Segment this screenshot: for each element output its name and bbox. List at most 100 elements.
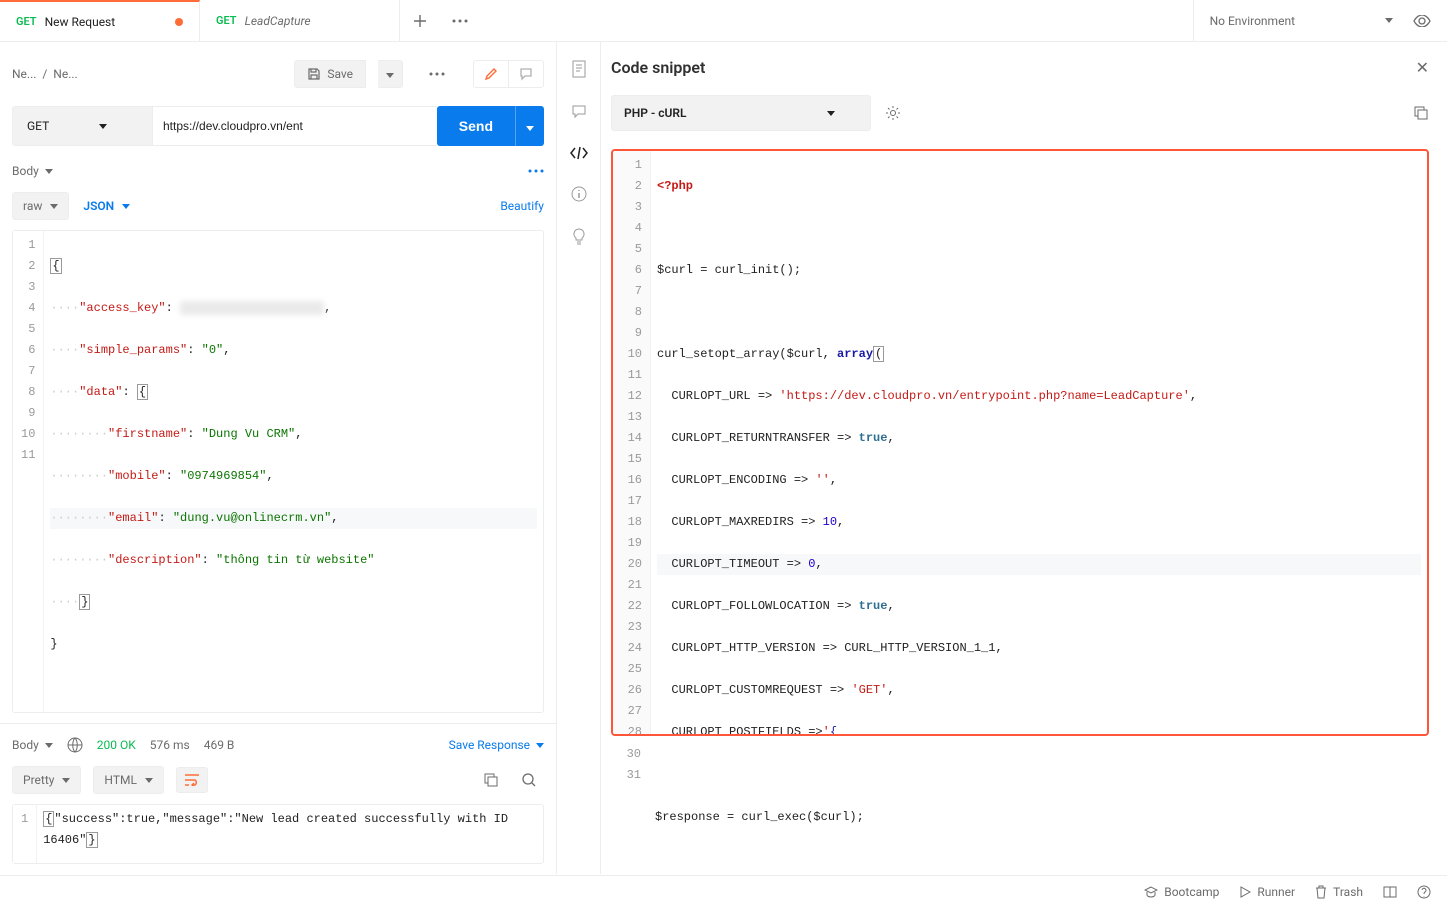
code-snippet-icon[interactable] [570,146,588,160]
play-icon [1239,886,1251,898]
snippet-settings-button[interactable] [885,105,901,121]
raw-label: raw [23,199,42,213]
close-snippet-button[interactable]: ✕ [1416,58,1429,77]
line-gutter: 3031 [611,740,649,874]
body-tabs-more[interactable] [528,169,544,173]
info-icon[interactable] [571,186,587,202]
documentation-icon[interactable] [571,60,587,78]
tab-new-request[interactable]: GET New Request [0,0,200,41]
response-body-viewer[interactable]: 1 {"success":true,"message":"New lead cr… [12,804,544,864]
chevron-down-icon [45,169,53,174]
status-bar: Bootcamp Runner Trash [0,875,1447,907]
language-selector[interactable]: PHP - cURL [611,95,871,131]
chevron-down-icon [526,126,534,131]
breadcrumb-separator: / [42,67,47,81]
line-gutter: 1234567891011121314151617181920212223242… [613,151,651,734]
chevron-down-icon [1385,18,1393,23]
chevron-down-icon [45,743,53,748]
response-body-label: Body [12,738,39,752]
environment-label: No Environment [1210,14,1295,28]
code-snippet-title: Code snippet [611,58,705,77]
tab-method: GET [16,15,37,28]
send-button[interactable]: Send [437,106,515,146]
response-format-html[interactable]: HTML [93,766,164,794]
bootcamp-icon [1144,886,1158,898]
method-label: GET [27,119,49,133]
bootcamp-button[interactable]: Bootcamp [1144,885,1219,899]
trash-label: Trash [1333,885,1363,899]
status-code: 200 OK [97,738,136,752]
wrap-lines-button[interactable] [176,767,208,793]
line-gutter: 1234567891011 [13,231,44,712]
copy-icon [484,773,498,787]
tab-leadcapture[interactable]: GET LeadCapture [200,0,400,41]
chevron-down-icon [145,778,153,783]
layout-button[interactable] [1383,886,1397,898]
sidebar-rail [557,42,601,874]
send-options-button[interactable] [515,106,544,146]
dirty-indicator-icon [175,18,183,26]
chevron-down-icon [99,124,107,129]
tab-options-button[interactable] [440,0,480,41]
comments-icon[interactable] [571,104,587,120]
new-tab-button[interactable] [400,0,440,41]
request-more-button[interactable] [421,66,453,82]
save-icon [307,67,321,81]
search-response-button[interactable] [514,767,544,793]
response-view-pretty[interactable]: Pretty [12,766,81,794]
copy-response-button[interactable] [476,767,506,793]
help-button[interactable] [1417,885,1431,899]
help-icon [1417,885,1431,899]
environment-quicklook-button[interactable] [1413,15,1431,27]
chevron-down-icon [827,111,835,116]
wrap-icon [185,774,199,786]
bulb-icon[interactable] [571,228,587,246]
bootcamp-label: Bootcamp [1164,885,1219,899]
save-button[interactable]: Save [294,60,366,88]
language-label: PHP - cURL [624,106,687,120]
search-icon [522,773,536,787]
response-body-tab[interactable]: Body [12,734,53,756]
line-gutter: 1 [13,805,37,863]
method-selector[interactable]: GET [12,106,152,146]
save-label: Save [327,67,353,81]
request-body-editor[interactable]: 1234567891011 { ····"access_key": "XXXXX… [12,230,544,713]
body-tab-label: Body [12,164,39,178]
edit-mode-button[interactable] [474,61,508,87]
beautify-button[interactable]: Beautify [500,199,544,213]
copy-icon [1413,105,1429,121]
snippet-extra-content: $response = curl_exec($curl); [649,740,1429,874]
breadcrumb[interactable]: Ne... / Ne... [12,67,78,81]
body-format-json[interactable]: JSON [83,199,130,213]
runner-button[interactable]: Runner [1239,885,1295,899]
save-response-label: Save Response [449,738,530,752]
json-label: JSON [83,199,114,213]
response-time: 576 ms [150,738,190,752]
code-content: { ····"access_key": "XXXXXXXXXXXXXXXXXX"… [44,231,543,712]
request-panel: Ne... / Ne... Save [0,42,557,874]
save-response-button[interactable]: Save Response [449,738,544,752]
copy-snippet-button[interactable] [1413,105,1429,121]
url-input[interactable] [152,106,437,146]
snippet-code-content: <?php $curl = curl_init(); curl_setopt_a… [651,151,1427,734]
network-icon[interactable] [67,737,83,753]
comment-icon [519,67,533,81]
save-options-button[interactable] [378,60,403,88]
trash-icon [1315,885,1327,899]
tab-title: New Request [45,15,116,29]
snippet-code-viewer[interactable]: 1234567891011121314151617181920212223242… [611,149,1429,736]
body-type-raw[interactable]: raw [12,192,69,220]
pencil-icon [484,67,498,81]
breadcrumb-segment: Ne... [12,67,36,81]
gear-icon [885,105,901,121]
chevron-down-icon [62,778,70,783]
trash-button[interactable]: Trash [1315,885,1363,899]
request-body-tab[interactable]: Body [12,160,53,182]
pretty-label: Pretty [23,773,54,787]
breadcrumb-segment: Ne... [53,67,77,81]
chevron-down-icon [50,204,58,209]
tab-method: GET [216,14,237,27]
environment-selector[interactable]: No Environment [1210,14,1393,28]
comment-mode-button[interactable] [508,61,543,87]
html-label: HTML [104,773,137,787]
